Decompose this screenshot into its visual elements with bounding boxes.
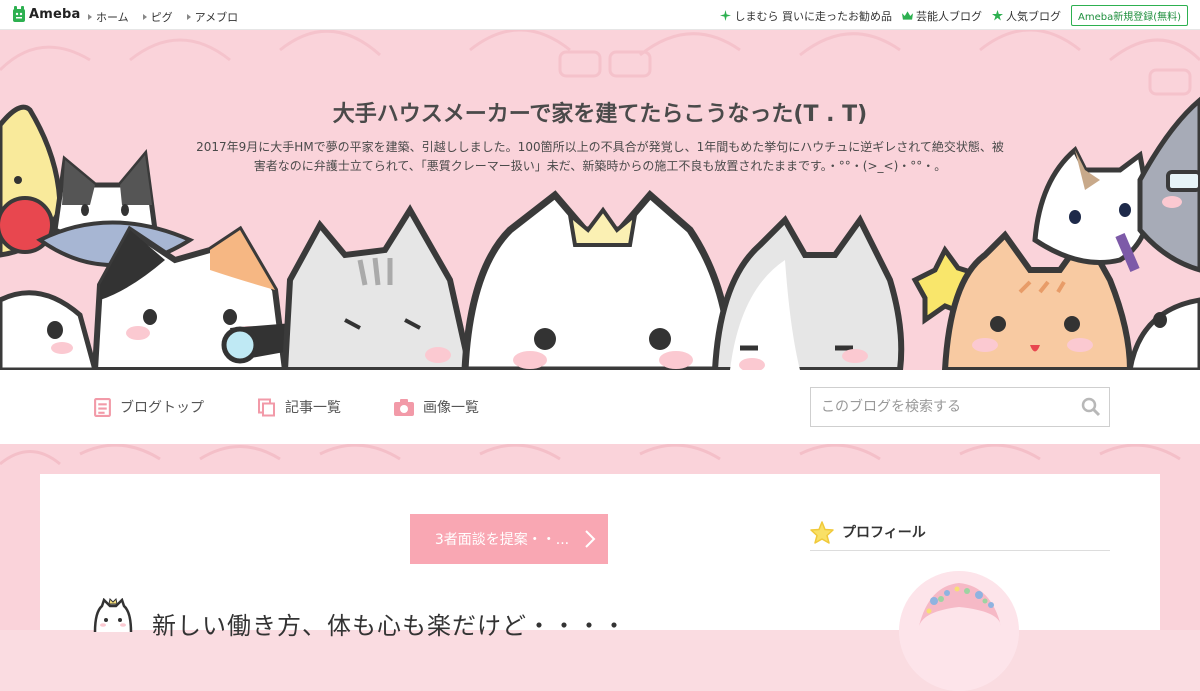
global-nav-home[interactable]: ホーム [88, 9, 129, 25]
nav-image-list[interactable]: 画像一覧 [394, 397, 479, 417]
blog-title[interactable]: 大手ハウスメーカーで家を建てたらこうなった(T . T) [0, 96, 1200, 128]
global-nav-ameblo[interactable]: アメブロ [186, 9, 239, 25]
blog-description: 2017年9月に大手HMで夢の平家を建築、引越ししました。100箇所以上の不具合… [165, 138, 1035, 176]
chevron-right-icon [585, 530, 596, 548]
star-icon [991, 10, 1003, 21]
article-title[interactable]: 新しい働き方、体も心も楽だけど・・・・ [152, 606, 627, 641]
avatar-image [899, 571, 1019, 691]
global-header: Ameba ホーム ピグ アメブロ しまむら 買いに走ったお勧め品 芸能人ブログ… [0, 0, 1200, 30]
caret-right-icon [186, 14, 191, 20]
sparkle-icon [720, 10, 732, 21]
search-input[interactable] [811, 388, 1091, 426]
blog-top-icon [94, 397, 111, 417]
featured-article-label: 3者面談を提案・・... [434, 532, 570, 548]
popular-blog-link[interactable]: 人気ブログ [991, 8, 1061, 24]
featured-article-button[interactable]: 3者面談を提案・・... [410, 514, 608, 564]
ameba-logo-icon [13, 6, 25, 22]
global-nav-label: アメブロ [194, 11, 239, 24]
nav-blog-top[interactable]: ブログトップ [94, 397, 204, 417]
cat-icon [93, 598, 133, 633]
global-nav-label: ピグ [150, 11, 173, 24]
profile-heading-label: プロフィール [842, 525, 926, 541]
global-nav-label: ホーム [96, 11, 129, 24]
caret-right-icon [88, 14, 92, 20]
crown-icon [901, 10, 913, 20]
celebrity-blog-link[interactable]: 芸能人ブログ [901, 8, 982, 24]
avatar[interactable] [899, 571, 1019, 691]
nav-image-list-label: 画像一覧 [423, 400, 479, 416]
nav-article-list[interactable]: 記事一覧 [258, 397, 341, 417]
search-icon[interactable] [1081, 397, 1101, 417]
article-header: 新しい働き方、体も心も楽だけど・・・・ [92, 598, 627, 641]
promo-link-label: しまむら 買いに走ったお勧め品 [734, 9, 892, 23]
ameba-logo-text: Ameba [29, 7, 81, 22]
profile-heading: プロフィール [810, 514, 1110, 551]
nav-article-list-label: 記事一覧 [285, 400, 341, 416]
blog-nav: ブログトップ 記事一覧 画像一覧 [0, 370, 1200, 444]
celebrity-blog-label: 芸能人ブログ [915, 9, 982, 23]
ameba-logo[interactable]: Ameba [12, 6, 81, 23]
header-links: しまむら 買いに走ったお勧め品 芸能人ブログ 人気ブログ Ameba新規登録(無… [720, 5, 1188, 26]
popular-blog-label: 人気ブログ [1005, 9, 1061, 23]
camera-icon [394, 398, 414, 416]
signup-button[interactable]: Ameba新規登録(無料) [1070, 5, 1188, 26]
blog-search [810, 387, 1110, 427]
blog-header: 大手ハウスメーカーで家を建てたらこうなった(T . T) 2017年9月に大手H… [0, 30, 1200, 370]
nav-blog-top-label: ブログトップ [120, 400, 204, 416]
article-list-icon [258, 398, 275, 416]
caret-right-icon [142, 14, 147, 20]
header-cat-illustration [0, 30, 1200, 370]
blog-description-line: 2017年9月に大手HMで夢の平家を建築、引越ししました。100箇所以上の不具合… [196, 140, 1004, 154]
global-nav-pigg[interactable]: ピグ [142, 9, 173, 25]
promo-link[interactable]: しまむら 買いに走ったお勧め品 [720, 8, 892, 24]
global-nav: ホーム ピグ アメブロ [88, 9, 252, 25]
blog-description-line: 害者なのに弁護士立てられて、「悪質クレーマー扱い」未だ、新築時からの施工不良も放… [253, 159, 947, 173]
star-icon [810, 520, 834, 544]
